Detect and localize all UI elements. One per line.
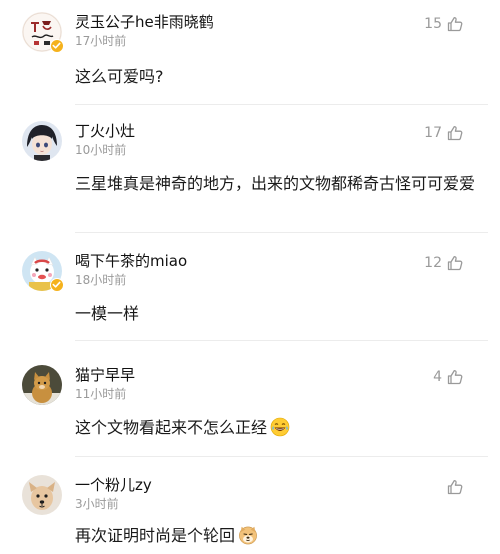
avatar[interactable] (22, 365, 62, 405)
divider (75, 104, 488, 105)
comment-timestamp: 18小时前 (75, 273, 127, 287)
comment-text: 这个文物看起来不怎么正经 (75, 415, 480, 445)
username[interactable]: 喝下午茶的miao (75, 251, 187, 271)
comment-timestamp: 3小时前 (75, 497, 119, 511)
comment-text-content: 这个文物看起来不怎么正经 (75, 418, 268, 437)
comment-text-content: 三星堆真是神奇的地方，出来的文物都稀奇古怪可可爱爱 (75, 174, 476, 193)
comment-text: 一模一样 (75, 301, 480, 327)
like-button[interactable]: 17 (424, 124, 464, 142)
avatar[interactable] (22, 121, 62, 161)
like-button[interactable] (442, 478, 464, 496)
verified-badge-icon (50, 39, 64, 53)
thumbs-up-icon[interactable] (446, 368, 464, 386)
like-count: 15 (424, 16, 442, 32)
thumbs-up-icon[interactable] (446, 478, 464, 496)
avatar[interactable] (22, 475, 62, 515)
like-count: 4 (433, 369, 442, 385)
thumbs-up-icon[interactable] (446, 254, 464, 272)
like-count: 12 (424, 255, 442, 271)
thumbs-up-icon[interactable] (446, 124, 464, 142)
comment-text-content: 一模一样 (75, 304, 140, 323)
username[interactable]: 猫宁早早 (75, 365, 135, 385)
comment-timestamp: 17小时前 (75, 34, 127, 48)
comment-list: 灵玉公子he非雨晓鹤 17小时前 15 这么可爱吗? 丁火小灶 10小时前 17… (0, 0, 500, 554)
username[interactable]: 灵玉公子he非雨晓鹤 (75, 12, 214, 32)
like-count: 17 (424, 125, 442, 141)
doge-emoji (238, 525, 258, 553)
comment-text-content: 这么可爱吗? (75, 67, 164, 86)
comment-text: 这么可爱吗? (75, 64, 480, 90)
laughing-tears-emoji (270, 417, 290, 445)
comment-timestamp: 10小时前 (75, 143, 127, 157)
comment-text: 再次证明时尚是个轮回 (75, 523, 480, 553)
divider (75, 232, 488, 233)
comment-text: 三星堆真是神奇的地方，出来的文物都稀奇古怪可可爱爱 (75, 171, 480, 197)
divider (75, 340, 488, 341)
comment-timestamp: 11小时前 (75, 387, 127, 401)
like-button[interactable]: 15 (424, 15, 464, 33)
like-button[interactable]: 4 (433, 368, 464, 386)
username[interactable]: 丁火小灶 (75, 121, 135, 141)
thumbs-up-icon[interactable] (446, 15, 464, 33)
comment-text-content: 再次证明时尚是个轮回 (75, 526, 236, 545)
divider (75, 456, 488, 457)
like-button[interactable]: 12 (424, 254, 464, 272)
verified-badge-icon (50, 278, 64, 292)
username[interactable]: 一个粉儿zy (75, 475, 152, 495)
